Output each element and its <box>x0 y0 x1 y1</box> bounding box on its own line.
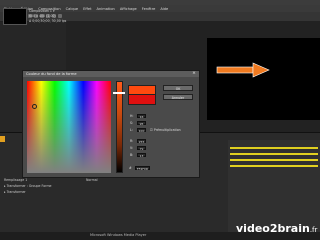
status-text: Microsoft Windows Media Player <box>90 233 147 237</box>
current-color-swatch[interactable] <box>128 94 156 105</box>
layer-transform[interactable]: ▸ Transformer <box>4 190 26 194</box>
composition-name[interactable]: Composition 1 ▾ <box>29 9 55 13</box>
layer-group-transform[interactable]: ▸ Transformer : Groupe Forme <box>4 184 52 188</box>
slider-handle[interactable] <box>113 92 125 94</box>
saturation-label: S: <box>130 121 134 125</box>
green-field[interactable]: 79 <box>137 146 146 151</box>
menu-item-view[interactable]: Affichage <box>120 7 137 11</box>
hue-field[interactable]: 16 <box>137 114 146 119</box>
layer-mode-select[interactable]: Normal <box>86 178 98 182</box>
hex-field[interactable]: FF4F0D <box>135 166 150 171</box>
arrow-shaft <box>216 66 254 74</box>
composition-thumbnail[interactable] <box>3 8 27 25</box>
lightness-label: L: <box>130 128 133 132</box>
composition-duration: Δ 0;00;30;00, 30,00 ips <box>29 19 67 23</box>
ok-button[interactable]: OK <box>163 85 193 91</box>
composition-canvas[interactable] <box>207 38 320 120</box>
color-picker-dialog: Couleur du fond de la forme × OK Annuler… <box>22 70 200 178</box>
hue-label: H: <box>130 114 134 118</box>
brand-name: video2brain <box>236 222 310 235</box>
timeline-bar[interactable] <box>230 159 318 161</box>
close-icon[interactable]: × <box>191 71 197 77</box>
composition-size: 600 x 400 (1,00) <box>29 14 56 18</box>
saturation-field[interactable]: 95 <box>137 121 146 126</box>
color-slider[interactable] <box>116 81 123 173</box>
layer-fill-name[interactable]: Remplissage 1 <box>4 178 27 182</box>
menu-item-animation[interactable]: Animation <box>97 7 115 11</box>
menu-item-effect[interactable]: Effet <box>83 7 91 11</box>
timeline-bar[interactable] <box>230 165 318 167</box>
menu-item-layer[interactable]: Calque <box>66 7 78 11</box>
cancel-button[interactable]: Annuler <box>163 94 193 100</box>
timeline-bar[interactable] <box>230 153 318 155</box>
arrow-head <box>252 62 270 78</box>
red-label: R: <box>130 139 134 143</box>
menu-item-window[interactable]: Fenêtre <box>142 7 156 11</box>
brand-suffix: .fr <box>309 226 318 234</box>
red-field[interactable]: 255 <box>137 139 146 144</box>
premultiply-label: Prémultiplication <box>153 128 181 132</box>
watermark-logo: video2brain.fr <box>236 222 317 235</box>
dialog-title: Couleur du fond de la forme <box>23 71 199 77</box>
blue-field[interactable]: 13 <box>137 153 146 158</box>
hex-label: # <box>129 166 132 170</box>
arrow-shape-layer[interactable] <box>215 62 271 78</box>
color-spectrum-field[interactable] <box>27 81 111 173</box>
lightness-field[interactable]: 100 <box>137 128 146 133</box>
premultiply-checkbox[interactable]: ☑ Prémultiplication <box>150 128 181 132</box>
timeline-bar[interactable] <box>230 147 318 149</box>
brush-tool-icon[interactable] <box>58 14 62 18</box>
menu-item-help[interactable]: Aide <box>160 7 168 11</box>
green-label: V: <box>130 146 133 150</box>
spectrum-picker-handle[interactable] <box>32 104 37 109</box>
timeline-color-marker <box>0 136 5 142</box>
blue-label: B: <box>130 153 134 157</box>
